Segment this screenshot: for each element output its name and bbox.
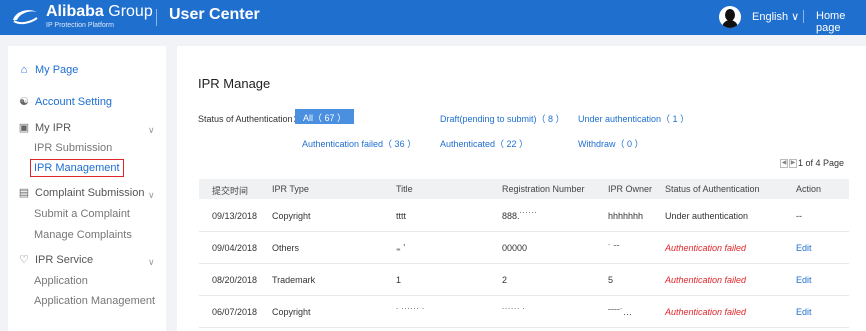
filter-draft[interactable]: Draft(pending to submit)（ 8 ） [440, 112, 565, 125]
filter-label: Status of Authentication： [198, 114, 302, 124]
header-divider-right [803, 10, 804, 23]
column-header: Action [796, 184, 822, 194]
sidebar-item-my-page[interactable]: ⌂ My Page [18, 64, 79, 76]
sidebar-item-ipr-service[interactable]: ♡ IPR Service [18, 254, 93, 266]
cell-status: Authentication failed [665, 307, 747, 317]
column-header: 提交时间 [212, 186, 249, 196]
header-divider [156, 9, 157, 26]
cell-type: Copyright [272, 211, 311, 221]
cell-registration: ˙˙˙˙˙˙ ˙ [502, 307, 526, 317]
next-page-icon[interactable]: ▶ [789, 158, 797, 168]
home-icon: ⌂ [20, 64, 28, 76]
cell-status: Under authentication [665, 211, 749, 221]
cell-type: Copyright [272, 307, 311, 317]
cell-date: 06/07/2018 [212, 307, 258, 317]
sidebar-item-submit-complaint[interactable]: Submit a Complaint [34, 208, 130, 220]
sidebar: ⌂ My Page ☯ Account Setting ▣ My IPR ∨ IPR … [8, 46, 166, 331]
home-page-link[interactable]: Home page [816, 10, 866, 34]
cell-type: Others [272, 243, 300, 253]
cell-date: 09/13/2018 [212, 211, 258, 221]
page-title: User Center [169, 6, 260, 23]
document-icon: ▤ [18, 187, 30, 199]
sidebar-item-account-setting[interactable]: ☯ Account Setting [18, 96, 112, 108]
book-icon: ▣ [18, 122, 30, 134]
cell-registration: 2 [502, 275, 508, 285]
cell-type: Trademark [272, 275, 316, 285]
alibaba-logo[interactable]: Alibaba Group IP Protection Platform [10, 4, 153, 32]
filter-authentication-failed[interactable]: Authentication failed（ 36 ） [302, 137, 416, 150]
user-avatar[interactable] [719, 6, 741, 28]
sidebar-item-label: My IPR [35, 122, 72, 134]
column-header: IPR Owner [608, 184, 653, 194]
table-row: 09/13/2018 Copyright tttt 888.˙˙˙˙˙˙ hhh… [199, 201, 849, 232]
chevron-down-icon[interactable]: ∨ [148, 125, 155, 136]
prev-page-icon[interactable]: ◀ [780, 158, 788, 168]
pagination: ◀ ▶ 1 of 4 Page [780, 158, 844, 168]
column-header: Status of Authentication [665, 184, 760, 194]
sidebar-item-ipr-submission[interactable]: IPR Submission [34, 142, 112, 154]
alibaba-logo-icon [10, 6, 40, 26]
heart-icon: ♡ [19, 254, 29, 266]
sidebar-item-application-management[interactable]: Application Management [34, 295, 155, 307]
table-row: 06/07/2018 Copyright ˙ ˙˙˙˙˙˙ ˙ ˙˙˙˙˙˙ ˙… [199, 297, 849, 328]
cell-registration: 888.˙˙˙˙˙˙ [502, 211, 538, 221]
chevron-down-icon[interactable]: ∨ [148, 257, 155, 268]
sidebar-item-manage-complaints[interactable]: Manage Complaints [34, 229, 132, 241]
sidebar-item-ipr-management[interactable]: IPR Management [30, 159, 124, 177]
column-header: Title [396, 184, 413, 194]
table-row: 08/20/2018 Trademark 1 2 5 Authenticatio… [199, 265, 849, 296]
edit-link[interactable]: Edit [796, 275, 812, 285]
language-selector[interactable]: English ∨ [752, 10, 799, 23]
cell-owner: 5 [608, 275, 614, 285]
sidebar-item-label: Account Setting [35, 96, 113, 108]
cell-status: Authentication failed [665, 243, 747, 253]
filter-withdraw[interactable]: Withdraw（ 0 ） [578, 137, 644, 150]
cell-date: 09/04/2018 [212, 243, 258, 253]
cell-owner: hhhhhhh [608, 211, 644, 221]
page-indicator: 1 of 4 Page [798, 158, 845, 168]
section-title: IPR Manage [198, 76, 271, 91]
logo-name: Alibaba [46, 3, 104, 20]
top-header: Alibaba Group IP Protection Platform Use… [0, 0, 866, 35]
cell-action: -- [796, 211, 802, 221]
cell-status: Authentication failed [665, 275, 747, 285]
cell-owner: ˉˉˉˉ˙… [608, 307, 632, 317]
edit-link[interactable]: Edit [796, 243, 812, 253]
sidebar-item-complaint-submission[interactable]: ▤ Complaint Submission [18, 187, 145, 199]
filter-under-authentication[interactable]: Under authentication（ 1 ） [578, 112, 689, 125]
column-header: Registration Number [502, 184, 585, 194]
cell-date: 08/20/2018 [212, 275, 258, 285]
cell-owner: ˙ ˉˉ [608, 243, 620, 253]
sidebar-item-label: My Page [35, 64, 79, 76]
table-header: 提交时间 IPR Type Title Registration Number … [199, 179, 849, 199]
logo-subtitle: IP Protection Platform [46, 22, 114, 29]
cell-title: ₌ ʼ [396, 243, 406, 253]
cell-title: ˙ ˙˙˙˙˙˙ ˙ [396, 307, 425, 317]
sidebar-item-label: Complaint Submission [35, 187, 145, 199]
logo-group: Group [108, 3, 153, 20]
cell-title: 1 [396, 275, 402, 285]
main-panel: IPR Manage Status of Authentication： All… [177, 46, 866, 331]
sidebar-item-my-ipr[interactable]: ▣ My IPR [18, 122, 71, 134]
table-row: 09/04/2018 Others ₌ ʼ 00000 ˙ ˉˉ Authent… [199, 233, 849, 264]
sidebar-item-application[interactable]: Application [34, 275, 88, 287]
cell-registration: 00000 [502, 243, 528, 253]
sidebar-item-label: IPR Service [35, 254, 94, 266]
cell-title: tttt [396, 211, 407, 221]
filter-all[interactable]: All（ 67 ） [295, 109, 355, 124]
chevron-down-icon[interactable]: ∨ [148, 190, 155, 201]
edit-link[interactable]: Edit [796, 307, 812, 317]
user-icon: ☯ [19, 96, 29, 108]
column-header: IPR Type [272, 184, 309, 194]
filter-authenticated[interactable]: Authenticated（ 22 ） [440, 137, 528, 150]
